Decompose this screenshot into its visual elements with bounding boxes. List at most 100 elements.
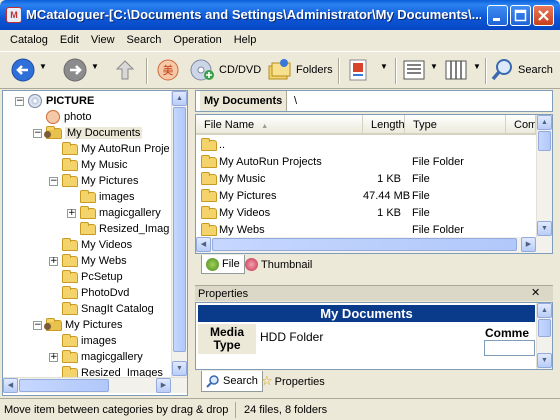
expand-icon[interactable]: + (49, 352, 58, 362)
details-view-icon[interactable] (401, 57, 427, 83)
properties-scrollbar[interactable]: ▲ ▼ (536, 303, 552, 369)
menu-operation[interactable]: Operation (167, 31, 227, 49)
tree-item[interactable]: + My Webs (49, 253, 127, 269)
scroll-right-icon[interactable]: ▶ (156, 378, 171, 393)
collapse-icon[interactable]: − (49, 176, 58, 186)
tree-item[interactable]: photo (33, 109, 92, 125)
scroll-up-icon[interactable]: ▲ (537, 303, 552, 318)
tree-item[interactable]: Resized_Imag (67, 221, 169, 237)
scroll-right-icon[interactable]: ▶ (521, 237, 536, 252)
maximize-button[interactable] (510, 5, 531, 26)
tree-hscroll-thumb[interactable] (19, 379, 109, 392)
file-row[interactable]: My AutoRun Projects File Folder (196, 154, 536, 171)
file-name: My AutoRun Projects (219, 156, 322, 168)
catalog-tree[interactable]: − PICTURE photo − My Documents My AutoRun Pro… (2, 90, 188, 396)
files-vertical-scrollbar[interactable]: ▲ ▼ (536, 115, 552, 237)
folders-label[interactable]: Folders (296, 64, 333, 76)
title-bar[interactable]: M MCataloguer-[C:\Documents and Settings… (0, 0, 560, 30)
folder-icon (201, 189, 217, 202)
collapse-icon[interactable]: − (33, 128, 42, 138)
cd-dvd-label[interactable]: CD/DVD (219, 64, 261, 76)
tree-item[interactable]: + magicgallery (67, 205, 161, 221)
scroll-down-icon[interactable]: ▼ (172, 361, 187, 376)
expand-icon[interactable]: + (49, 256, 58, 266)
tree-vertical-scrollbar[interactable]: ▲ ▼ (171, 91, 187, 377)
columns-dropdown-icon[interactable]: ▼ (473, 62, 481, 71)
properties-close-icon[interactable]: ✕ (531, 286, 540, 300)
menu-help[interactable]: Help (228, 31, 263, 49)
expand-icon[interactable]: + (67, 208, 76, 218)
menu-edit[interactable]: Edit (54, 31, 85, 49)
collapse-icon[interactable]: − (33, 320, 42, 330)
catalog-dropdown-icon[interactable]: ▼ (380, 62, 388, 71)
tree-scroll-thumb[interactable] (173, 107, 186, 352)
column-comment[interactable]: Com (506, 115, 536, 135)
tree-item[interactable]: PhotoDvd (49, 285, 129, 301)
search-label[interactable]: Search (518, 64, 553, 76)
forward-arrow-icon[interactable] (62, 57, 88, 83)
menu-catalog[interactable]: Catalog (4, 31, 54, 49)
view-dropdown-icon[interactable]: ▼ (430, 62, 438, 71)
tab-properties[interactable]: ☆ Properties (257, 371, 329, 392)
column-file-name[interactable]: File Name ▲ (196, 115, 363, 135)
tab-thumbnail[interactable]: Thumbnail (241, 255, 316, 274)
scroll-up-icon[interactable]: ▲ (537, 115, 552, 130)
file-row[interactable]: My Music 1 KB File (196, 171, 536, 188)
column-length[interactable]: Length (363, 115, 405, 135)
file-list[interactable]: File Name ▲ Length Type Com .. My AutoRun… (195, 114, 553, 254)
tree-item[interactable]: My Music (49, 157, 127, 173)
tab-search-label: Search (223, 375, 258, 387)
tree-item[interactable]: PcSetup (49, 269, 123, 285)
file-name: My Music (219, 173, 266, 185)
file-row[interactable]: My Pictures 47.44 MB File (196, 188, 536, 205)
scroll-down-icon[interactable]: ▼ (537, 221, 552, 236)
path-current[interactable]: My Documents (200, 91, 288, 111)
tree-item[interactable]: − My Pictures (49, 173, 138, 189)
tree-item-label: images (81, 335, 117, 347)
tree-item[interactable]: − PICTURE (15, 93, 94, 109)
menu-view[interactable]: View (85, 31, 121, 49)
tab-file[interactable]: File (201, 255, 245, 274)
file-length: 1 KB (377, 207, 401, 219)
file-row[interactable]: My Videos 1 KB File (196, 205, 536, 222)
tree-item[interactable]: + magicgallery (49, 349, 143, 365)
tree-item[interactable]: My AutoRun Proje (49, 141, 170, 157)
folder-icon (62, 253, 78, 267)
tree-item[interactable]: My Videos (49, 237, 132, 253)
comment-field[interactable] (484, 340, 535, 356)
files-horizontal-scrollbar[interactable]: ◀ ▶ (196, 237, 552, 253)
tab-search[interactable]: Search (201, 371, 263, 392)
tree-item[interactable]: images (67, 189, 134, 205)
toolbar-separator (395, 58, 397, 84)
file-row[interactable]: .. (196, 137, 536, 154)
tree-item[interactable]: − My Pictures (33, 317, 122, 333)
folders-icon[interactable] (266, 57, 292, 83)
properties-scroll-thumb[interactable] (538, 319, 551, 337)
tree-item[interactable]: − My Documents (33, 125, 143, 141)
scroll-left-icon[interactable]: ◀ (3, 378, 18, 393)
minimize-button[interactable] (487, 5, 508, 26)
tree-horizontal-scrollbar[interactable]: ◀ ▶ (3, 377, 187, 393)
search-icon[interactable] (490, 57, 516, 83)
column-type[interactable]: Type (405, 115, 506, 135)
cd-dvd-icon[interactable] (190, 57, 216, 83)
scroll-up-icon[interactable]: ▲ (172, 91, 187, 106)
menu-search[interactable]: Search (121, 31, 168, 49)
comment-label: Comme (485, 326, 530, 340)
back-dropdown-icon[interactable]: ▼ (39, 62, 47, 71)
collapse-icon[interactable]: − (15, 96, 24, 106)
scroll-left-icon[interactable]: ◀ (196, 237, 211, 252)
close-button[interactable] (533, 5, 554, 26)
files-hscroll-thumb[interactable] (212, 238, 517, 251)
photo-catalog-icon[interactable]: 美 (155, 57, 181, 83)
tree-item[interactable]: images (49, 333, 116, 349)
files-scroll-thumb[interactable] (538, 131, 551, 151)
scroll-down-icon[interactable]: ▼ (537, 353, 552, 368)
folder-icon (201, 138, 217, 151)
catalog-book-icon[interactable] (345, 57, 371, 83)
forward-dropdown-icon[interactable]: ▼ (91, 62, 99, 71)
back-arrow-icon[interactable] (10, 57, 36, 83)
tree-item[interactable]: SnagIt Catalog (49, 301, 154, 317)
up-level-icon[interactable] (112, 57, 138, 83)
columns-view-icon[interactable] (443, 57, 469, 83)
